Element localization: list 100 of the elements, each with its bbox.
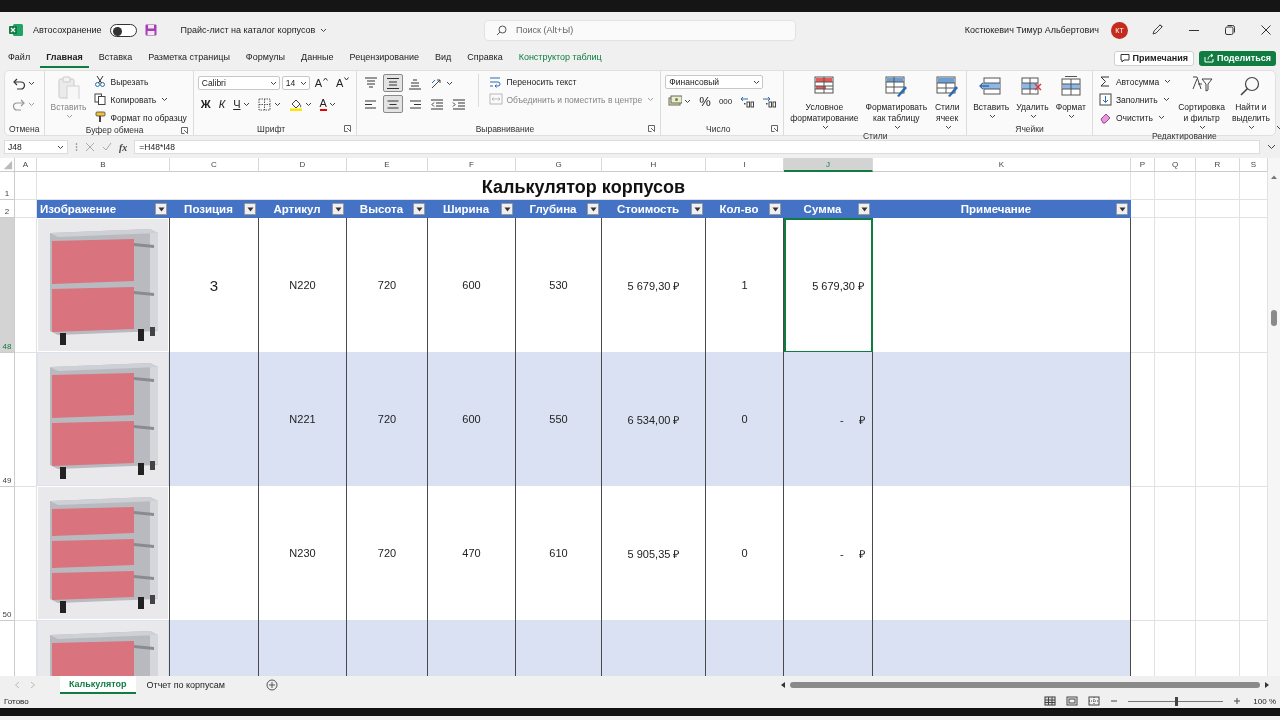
cancel-icon[interactable]: [85, 142, 95, 152]
select-all-icon[interactable]: [0, 158, 15, 172]
filter-dropdown-button[interactable]: [501, 203, 513, 215]
clear-button[interactable]: Очистить: [1096, 110, 1174, 125]
filter-dropdown-button[interactable]: [332, 203, 344, 215]
page-break-icon[interactable]: [1088, 696, 1101, 706]
share-button[interactable]: Поделиться: [1199, 50, 1276, 66]
normal-view-icon[interactable]: [1044, 696, 1057, 706]
format-cells-button[interactable]: Формат: [1053, 74, 1088, 120]
menu-tab[interactable]: Рецензирование: [343, 48, 426, 68]
table-cell[interactable]: 6 534,00 ₽: [602, 352, 706, 487]
sheet-tab[interactable]: Калькулятор: [60, 676, 136, 694]
table-cell[interactable]: 720: [347, 486, 428, 621]
autosave-toggle[interactable]: [109, 23, 137, 37]
menu-tab[interactable]: Формулы: [239, 48, 292, 68]
table-cell[interactable]: N221: [259, 352, 347, 487]
format-as-table-button[interactable]: Форматировать как таблицу: [863, 74, 930, 131]
column-header[interactable]: B: [37, 158, 170, 172]
add-sheet-icon[interactable]: [266, 679, 279, 691]
filter-dropdown-button[interactable]: [1116, 203, 1128, 215]
previous-sheet-icon[interactable]: [14, 681, 20, 689]
delete-cells-button[interactable]: Удалить: [1014, 74, 1051, 120]
column-header[interactable]: K: [873, 158, 1131, 172]
restore-icon[interactable]: [1224, 24, 1236, 36]
bold-button[interactable]: Ж: [197, 95, 214, 113]
filter-dropdown-button[interactable]: [155, 203, 167, 215]
scroll-right-icon[interactable]: [1264, 681, 1270, 689]
cut-button[interactable]: Вырезать: [91, 74, 189, 89]
insert-cells-button[interactable]: Вставить: [971, 74, 1012, 120]
expand-icon[interactable]: [1267, 144, 1276, 150]
sheet-cell[interactable]: [1155, 172, 1196, 200]
shrink-font-button[interactable]: A: [333, 74, 353, 92]
filter-dropdown-button[interactable]: [769, 203, 781, 215]
scrollbar-thumb[interactable]: [790, 682, 1260, 688]
menu-tab[interactable]: Разметка страницы: [142, 48, 236, 68]
column-header[interactable]: H: [602, 158, 706, 172]
sum-cell[interactable]: - ₽: [784, 352, 873, 487]
percent-button[interactable]: %: [696, 92, 714, 110]
copy-button[interactable]: Копировать: [91, 92, 189, 107]
sheet-cell[interactable]: [1196, 352, 1240, 487]
close-icon[interactable]: [1260, 24, 1272, 36]
menu-tab[interactable]: Вставка: [92, 48, 139, 68]
zoom-in-icon[interactable]: [1233, 697, 1242, 705]
filter-dropdown-button[interactable]: [691, 203, 703, 215]
formula-field[interactable]: =H48*I48: [134, 140, 1260, 154]
table-cell[interactable]: 0: [706, 486, 784, 621]
dialog-launcher-icon[interactable]: [180, 126, 188, 134]
sheet-cell[interactable]: [1131, 352, 1155, 487]
comments-button[interactable]: Примечания: [1113, 50, 1194, 66]
table-cell[interactable]: 720: [347, 352, 428, 487]
table-cell[interactable]: 470: [428, 486, 516, 621]
vertical-scrollbar[interactable]: [1268, 158, 1280, 676]
enter-icon[interactable]: [102, 142, 112, 152]
sheet-cell[interactable]: [1155, 200, 1196, 218]
sheet-cell[interactable]: [1196, 218, 1240, 353]
autosum-button[interactable]: Автосумма: [1096, 74, 1174, 89]
menu-tab[interactable]: Данные: [295, 48, 340, 68]
menu-tab[interactable]: Вид: [429, 48, 458, 68]
menu-tab[interactable]: Файл: [2, 48, 37, 68]
sum-cell[interactable]: - ₽: [784, 486, 873, 621]
column-header[interactable]: P: [1131, 158, 1155, 172]
filter-dropdown-button[interactable]: [413, 203, 425, 215]
column-header[interactable]: Q: [1155, 158, 1196, 172]
more-options-icon[interactable]: [75, 142, 78, 152]
sheet-cell[interactable]: [1131, 200, 1155, 218]
table-cell[interactable]: [170, 486, 259, 621]
font-color-button[interactable]: A: [316, 95, 339, 113]
table-cell[interactable]: 5 905,35 ₽: [602, 486, 706, 621]
thousands-button[interactable]: 000: [715, 92, 736, 110]
column-header[interactable]: A: [15, 158, 37, 172]
zoom-level[interactable]: 100 %: [1253, 696, 1276, 706]
conditional-formatting-button[interactable]: Условное форматирование: [788, 74, 861, 131]
sheet-cell[interactable]: [1131, 486, 1155, 621]
zoom-slider-thumb[interactable]: [1174, 696, 1178, 706]
pen-icon[interactable]: [1150, 23, 1164, 37]
column-header[interactable]: G: [516, 158, 602, 172]
table-cell[interactable]: 550: [516, 352, 602, 487]
font-field[interactable]: Calibri: [197, 76, 280, 90]
sheet-cell[interactable]: [1155, 218, 1196, 353]
file-name-button[interactable]: Прайс-лист на каталог корпусов: [180, 25, 328, 35]
column-header[interactable]: C: [170, 158, 259, 172]
sheet-cell[interactable]: [1131, 172, 1155, 200]
column-header[interactable]: J: [784, 158, 873, 172]
menu-tab[interactable]: Справка: [461, 48, 509, 68]
column-header[interactable]: R: [1196, 158, 1240, 172]
table-cell[interactable]: [873, 352, 1131, 487]
filter-dropdown-button[interactable]: [858, 203, 870, 215]
dialog-launcher-icon[interactable]: [771, 125, 779, 132]
name-box[interactable]: J48: [4, 140, 68, 154]
sheet-cell[interactable]: [1155, 352, 1196, 487]
sheet-cell[interactable]: [1196, 200, 1240, 218]
search-field[interactable]: Поиск (Alt+Ы): [484, 19, 796, 41]
table-cell[interactable]: [873, 486, 1131, 621]
table-cell[interactable]: 600: [428, 352, 516, 487]
sheet-cell[interactable]: [15, 172, 37, 200]
sheet-cell[interactable]: [1196, 172, 1240, 200]
sheet-cell[interactable]: [1131, 218, 1155, 353]
row-header[interactable]: 1: [0, 172, 15, 200]
sheet-cell[interactable]: [1196, 486, 1240, 621]
filter-dropdown-button[interactable]: [244, 203, 256, 215]
